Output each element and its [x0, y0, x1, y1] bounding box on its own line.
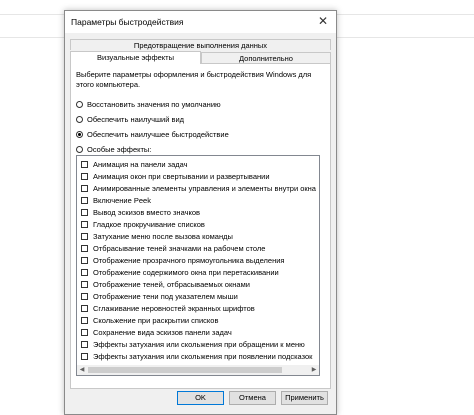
effect-label: Анимация окон при свертывании и разверты… — [93, 171, 270, 181]
checkbox[interactable] — [81, 280, 88, 288]
checkbox[interactable] — [81, 208, 88, 216]
checkbox[interactable] — [81, 244, 88, 252]
effects-list[interactable]: Анимация на панели задач Анимация окон п… — [76, 155, 320, 376]
effect-label: Эффекты затухания или скольжения при обр… — [93, 339, 305, 349]
ok-button[interactable]: OK — [177, 391, 224, 405]
list-item[interactable]: Затухание меню после вызова команды — [81, 231, 233, 241]
checkbox[interactable] — [81, 196, 88, 204]
description-text: Выберите параметры оформления и быстроде… — [76, 70, 312, 89]
checkbox[interactable] — [81, 160, 88, 168]
effect-label: Вывод эскизов вместо значков — [93, 207, 200, 217]
radio-indicator-selected[interactable] — [76, 131, 83, 138]
tab-visual-effects[interactable]: Визуальные эффекты — [70, 51, 201, 64]
dialog-content: Выберите параметры оформления и быстроде… — [64, 10, 337, 415]
effect-label: Отбрасывание теней значками на рабочем с… — [93, 243, 266, 253]
checkbox[interactable] — [81, 328, 88, 336]
radio-label: Обеспечить наилучший вид — [87, 115, 185, 124]
checkbox[interactable] — [81, 304, 88, 312]
radio-indicator[interactable] — [76, 116, 83, 123]
scroll-thumb[interactable] — [88, 367, 282, 373]
list-item[interactable]: Эффекты затухания или скольжения при поя… — [81, 351, 312, 361]
list-item[interactable]: Скольжение при раскрытии списков — [81, 315, 218, 325]
effect-label: Анимация на панели задач — [93, 159, 188, 169]
scroll-left-icon[interactable]: ◀ — [77, 365, 87, 375]
effect-label: Отображение теней, отбрасываемых окнами — [93, 279, 250, 289]
checkbox[interactable] — [81, 316, 88, 324]
effect-label: Анимированные элементы управления и элем… — [93, 183, 316, 193]
list-item[interactable]: Вывод эскизов вместо значков — [81, 207, 200, 217]
list-item[interactable]: Отображение теней, отбрасываемых окнами — [81, 279, 250, 289]
effect-label: Затухание меню после вызова команды — [93, 231, 233, 241]
horizontal-scrollbar[interactable]: ◀ ▶ — [77, 365, 319, 375]
list-item[interactable]: Отображение прозрачного прямоугольника в… — [81, 255, 284, 265]
radio-label: Восстановить значения по умолчанию — [87, 100, 221, 109]
checkbox[interactable] — [81, 256, 88, 264]
list-item[interactable]: Гладкое прокручивание списков — [81, 219, 205, 229]
radio-best-appearance[interactable]: Обеспечить наилучший вид — [76, 114, 184, 125]
radio-indicator[interactable] — [76, 101, 83, 108]
radio-label: Обеспечить наилучшее быстродействие — [87, 130, 229, 139]
cancel-button[interactable]: Отмена — [229, 391, 276, 405]
checkbox[interactable] — [81, 220, 88, 228]
effect-label: Отображение содержимого окна при перетас… — [93, 267, 279, 277]
effect-label: Эффекты затухания или скольжения при поя… — [93, 351, 313, 361]
list-item[interactable]: Анимация окон при свертывании и разверты… — [81, 171, 270, 181]
list-item[interactable]: Включение Peek — [81, 195, 151, 205]
checkbox[interactable] — [81, 292, 88, 300]
radio-custom[interactable]: Особые эффекты: — [76, 144, 151, 155]
list-item[interactable]: Отображение тени под указателем мыши — [81, 291, 238, 301]
list-item[interactable]: Отображение содержимого окна при перетас… — [81, 267, 279, 277]
effect-label: Гладкое прокручивание списков — [93, 219, 205, 229]
list-item[interactable]: Эффекты затухания или скольжения при обр… — [81, 339, 305, 349]
list-item[interactable]: Сглаживание неровностей экранных шрифтов — [81, 303, 255, 313]
list-item[interactable]: Сохранение вида эскизов панели задач — [81, 327, 232, 337]
checkbox[interactable] — [81, 172, 88, 180]
effect-label: Отображение тени под указателем мыши — [93, 291, 238, 301]
radio-indicator[interactable] — [76, 146, 83, 153]
radio-best-performance[interactable]: Обеспечить наилучшее быстродействие — [76, 129, 229, 140]
scroll-right-icon[interactable]: ▶ — [309, 365, 319, 375]
radio-label: Особые эффекты: — [87, 145, 152, 154]
list-item[interactable]: Анимация на панели задач — [81, 159, 188, 169]
effect-label: Сохранение вида эскизов панели задач — [93, 327, 232, 337]
effect-label: Отображение прозрачного прямоугольника в… — [93, 255, 285, 265]
checkbox[interactable] — [81, 232, 88, 240]
list-item[interactable]: Отбрасывание теней значками на рабочем с… — [81, 243, 265, 253]
checkbox[interactable] — [81, 268, 88, 276]
effect-label: Включение Peek — [93, 195, 151, 205]
checkbox[interactable] — [81, 352, 88, 360]
checkbox[interactable] — [81, 340, 88, 348]
effect-label: Скольжение при раскрытии списков — [93, 315, 219, 325]
checkbox[interactable] — [81, 184, 88, 192]
list-item[interactable]: Анимированные элементы управления и элем… — [81, 183, 316, 193]
radio-default[interactable]: Восстановить значения по умолчанию — [76, 99, 221, 110]
effect-label: Сглаживание неровностей экранных шрифтов — [93, 303, 255, 313]
apply-button[interactable]: Применить — [281, 391, 328, 405]
